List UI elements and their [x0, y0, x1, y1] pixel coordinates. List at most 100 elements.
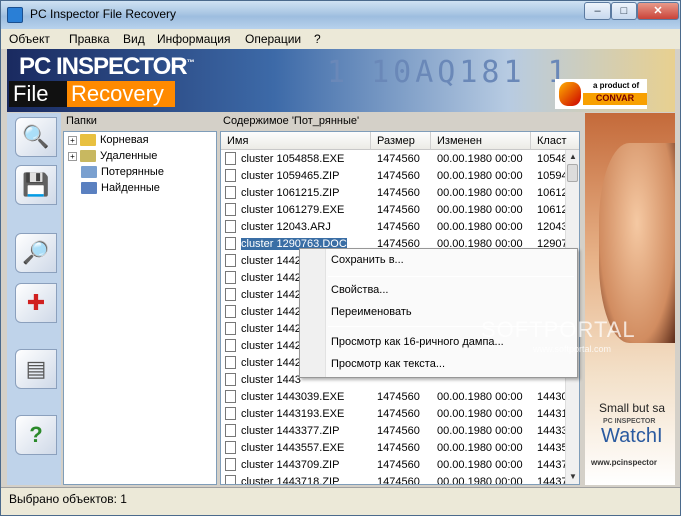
- file-icon: [225, 202, 236, 216]
- menu-edit[interactable]: Правка: [69, 32, 110, 46]
- menu-view-text[interactable]: Просмотр как текста...: [331, 355, 445, 373]
- table-row[interactable]: cluster 1443557.EXE 1474560 00.00.1980 00:…: [221, 440, 567, 457]
- file-name-cell: cluster 1054858.EXE: [221, 151, 371, 168]
- convar-label: CONVAR: [583, 93, 647, 105]
- tree-label: Найденные: [101, 182, 160, 194]
- logo-text: PC INSPECTOR™: [19, 53, 195, 80]
- scroll-down-icon[interactable]: ▼: [566, 470, 579, 484]
- context-menu: Сохранить в... Свойства... Переименовать…: [299, 248, 578, 378]
- menu-operations[interactable]: Операции: [245, 32, 301, 46]
- banner: PC INSPECTOR™ File Recovery 1 10AQ181 1 …: [7, 49, 675, 112]
- magnifier-icon[interactable]: 🔍: [15, 117, 57, 157]
- file-icon: [225, 355, 236, 369]
- advert-product: WatchI: [601, 425, 663, 447]
- file-size: 1474560: [377, 442, 420, 454]
- column-size[interactable]: Размер: [371, 132, 431, 150]
- table-row[interactable]: cluster 1054858.EXE 1474560 00.00.1980 00:…: [221, 151, 567, 168]
- file-icon: [225, 406, 236, 420]
- window-title: PC Inspector File Recovery: [30, 7, 177, 21]
- column-modified[interactable]: Изменен: [431, 132, 531, 150]
- table-row[interactable]: cluster 1061279.EXE 1474560 00.00.1980 00:…: [221, 202, 567, 219]
- menu-rename[interactable]: Переименовать: [331, 303, 412, 321]
- file-name: cluster 1054858.EXE: [241, 153, 345, 165]
- file-name: cluster 1443039.EXE: [241, 391, 345, 403]
- tree-item-deleted[interactable]: + Удаленные: [68, 150, 157, 166]
- file-icon: [225, 440, 236, 454]
- file-size: 1474560: [377, 221, 420, 233]
- tree-header: Папки: [66, 115, 97, 127]
- file-name-cell: cluster 1443377.ZIP: [221, 423, 371, 440]
- file-date: 00.00.1980 00:00: [437, 204, 523, 216]
- file-name-cell: cluster 1443718.ZIP: [221, 474, 371, 485]
- menu-gutter: [300, 249, 326, 377]
- convar-icon: [559, 82, 581, 106]
- menu-object[interactable]: Объект: [9, 32, 50, 46]
- scroll-up-icon[interactable]: ▲: [566, 150, 579, 164]
- column-name[interactable]: Имя: [221, 132, 371, 150]
- folder-search-icon: [81, 166, 97, 179]
- folder-drive-icon[interactable]: ▤: [15, 349, 57, 389]
- tree-label: Корневая: [100, 134, 149, 146]
- file-size: 1474560: [377, 408, 420, 420]
- file-icon: [225, 253, 236, 267]
- file-name: cluster 1059465.ZIP: [241, 170, 340, 182]
- list-header: Содержимое 'Пот_рянные': [223, 115, 360, 127]
- file-size: 1474560: [377, 425, 420, 437]
- search-icon[interactable]: 🔎: [15, 233, 57, 273]
- app-window: PC Inspector File Recovery – □ ✕ Объект …: [0, 0, 681, 516]
- tree-label: Удаленные: [100, 150, 158, 162]
- file-name: cluster 1442: [241, 289, 301, 301]
- menu-properties[interactable]: Свойства...: [331, 281, 388, 299]
- table-row[interactable]: cluster 1443039.EXE 1474560 00.00.1980 00:…: [221, 389, 567, 406]
- file-date: 00.00.1980 00:00: [437, 408, 523, 420]
- table-row[interactable]: cluster 1061215.ZIP 1474560 00.00.1980 00:…: [221, 185, 567, 202]
- tree-item-found[interactable]: Найденные: [81, 182, 160, 198]
- logo-recovery: Recovery: [67, 81, 175, 107]
- title-bar[interactable]: PC Inspector File Recovery – □ ✕: [1, 1, 680, 29]
- file-name: cluster 1442: [241, 272, 301, 284]
- advert-brand: PC INSPECTOR: [603, 418, 656, 425]
- table-row[interactable]: cluster 12043.ARJ 1474560 00.00.1980 00:00…: [221, 219, 567, 236]
- file-name-cell: cluster 1443039.EXE: [221, 389, 371, 406]
- file-cluster: 12043: [537, 221, 567, 233]
- tree-item-lost[interactable]: Потерянные: [81, 166, 164, 182]
- folder-tree[interactable]: + Корневая + Удаленные Потерянные Найденны…: [63, 131, 217, 485]
- file-icon: [225, 287, 236, 301]
- menu-save-to[interactable]: Сохранить в...: [331, 251, 404, 269]
- file-date: 00.00.1980 00:00: [437, 476, 523, 485]
- expand-icon[interactable]: +: [68, 135, 77, 145]
- file-name-cell: cluster 1443193.EXE: [221, 406, 371, 423]
- advert-panel[interactable]: Small but sa PC INSPECTOR WatchI www.pci…: [585, 113, 675, 485]
- file-name: cluster 1061279.EXE: [241, 204, 345, 216]
- menu-view[interactable]: Вид: [123, 32, 145, 46]
- close-button[interactable]: ✕: [637, 2, 679, 20]
- file-cluster: 10612: [537, 204, 567, 216]
- file-size: 1474560: [377, 391, 420, 403]
- scroll-thumb[interactable]: [567, 164, 578, 182]
- file-date: 00.00.1980 00:00: [437, 153, 523, 165]
- table-row[interactable]: cluster 1443718.ZIP 1474560 00.00.1980 00:…: [221, 474, 567, 485]
- table-row[interactable]: cluster 1443377.ZIP 1474560 00.00.1980 00:…: [221, 423, 567, 440]
- file-cluster: 10548: [537, 153, 567, 165]
- table-row[interactable]: cluster 1443193.EXE 1474560 00.00.1980 00:…: [221, 406, 567, 423]
- menu-view-hex[interactable]: Просмотр как 16-ричного дампа...: [331, 333, 504, 351]
- file-name: cluster 1443709.ZIP: [241, 459, 340, 471]
- expand-icon[interactable]: +: [68, 151, 77, 161]
- floppy-disk-icon[interactable]: 💾: [15, 165, 57, 205]
- table-row[interactable]: cluster 1059465.ZIP 1474560 00.00.1980 00:…: [221, 168, 567, 185]
- menu-help[interactable]: ?: [314, 32, 321, 46]
- file-icon: [225, 474, 236, 484]
- tree-item-root[interactable]: + Корневая: [68, 134, 149, 150]
- medical-cross-icon[interactable]: ✚: [15, 283, 57, 323]
- maximize-button[interactable]: □: [611, 2, 637, 20]
- column-cluster[interactable]: Класт: [531, 132, 579, 150]
- file-size: 1474560: [377, 204, 420, 216]
- minimize-button[interactable]: –: [584, 2, 611, 20]
- file-cluster: 14437: [537, 476, 567, 485]
- table-row[interactable]: cluster 1443709.ZIP 1474560 00.00.1980 00:…: [221, 457, 567, 474]
- menu-info[interactable]: Информация: [157, 32, 230, 46]
- file-cluster: 10594: [537, 170, 567, 182]
- file-name: cluster 1443718.ZIP: [241, 476, 340, 485]
- help-icon[interactable]: ?: [15, 415, 57, 455]
- tool-sidebar: 🔍 💾 🔎 ✚ ▤ ?: [7, 113, 61, 485]
